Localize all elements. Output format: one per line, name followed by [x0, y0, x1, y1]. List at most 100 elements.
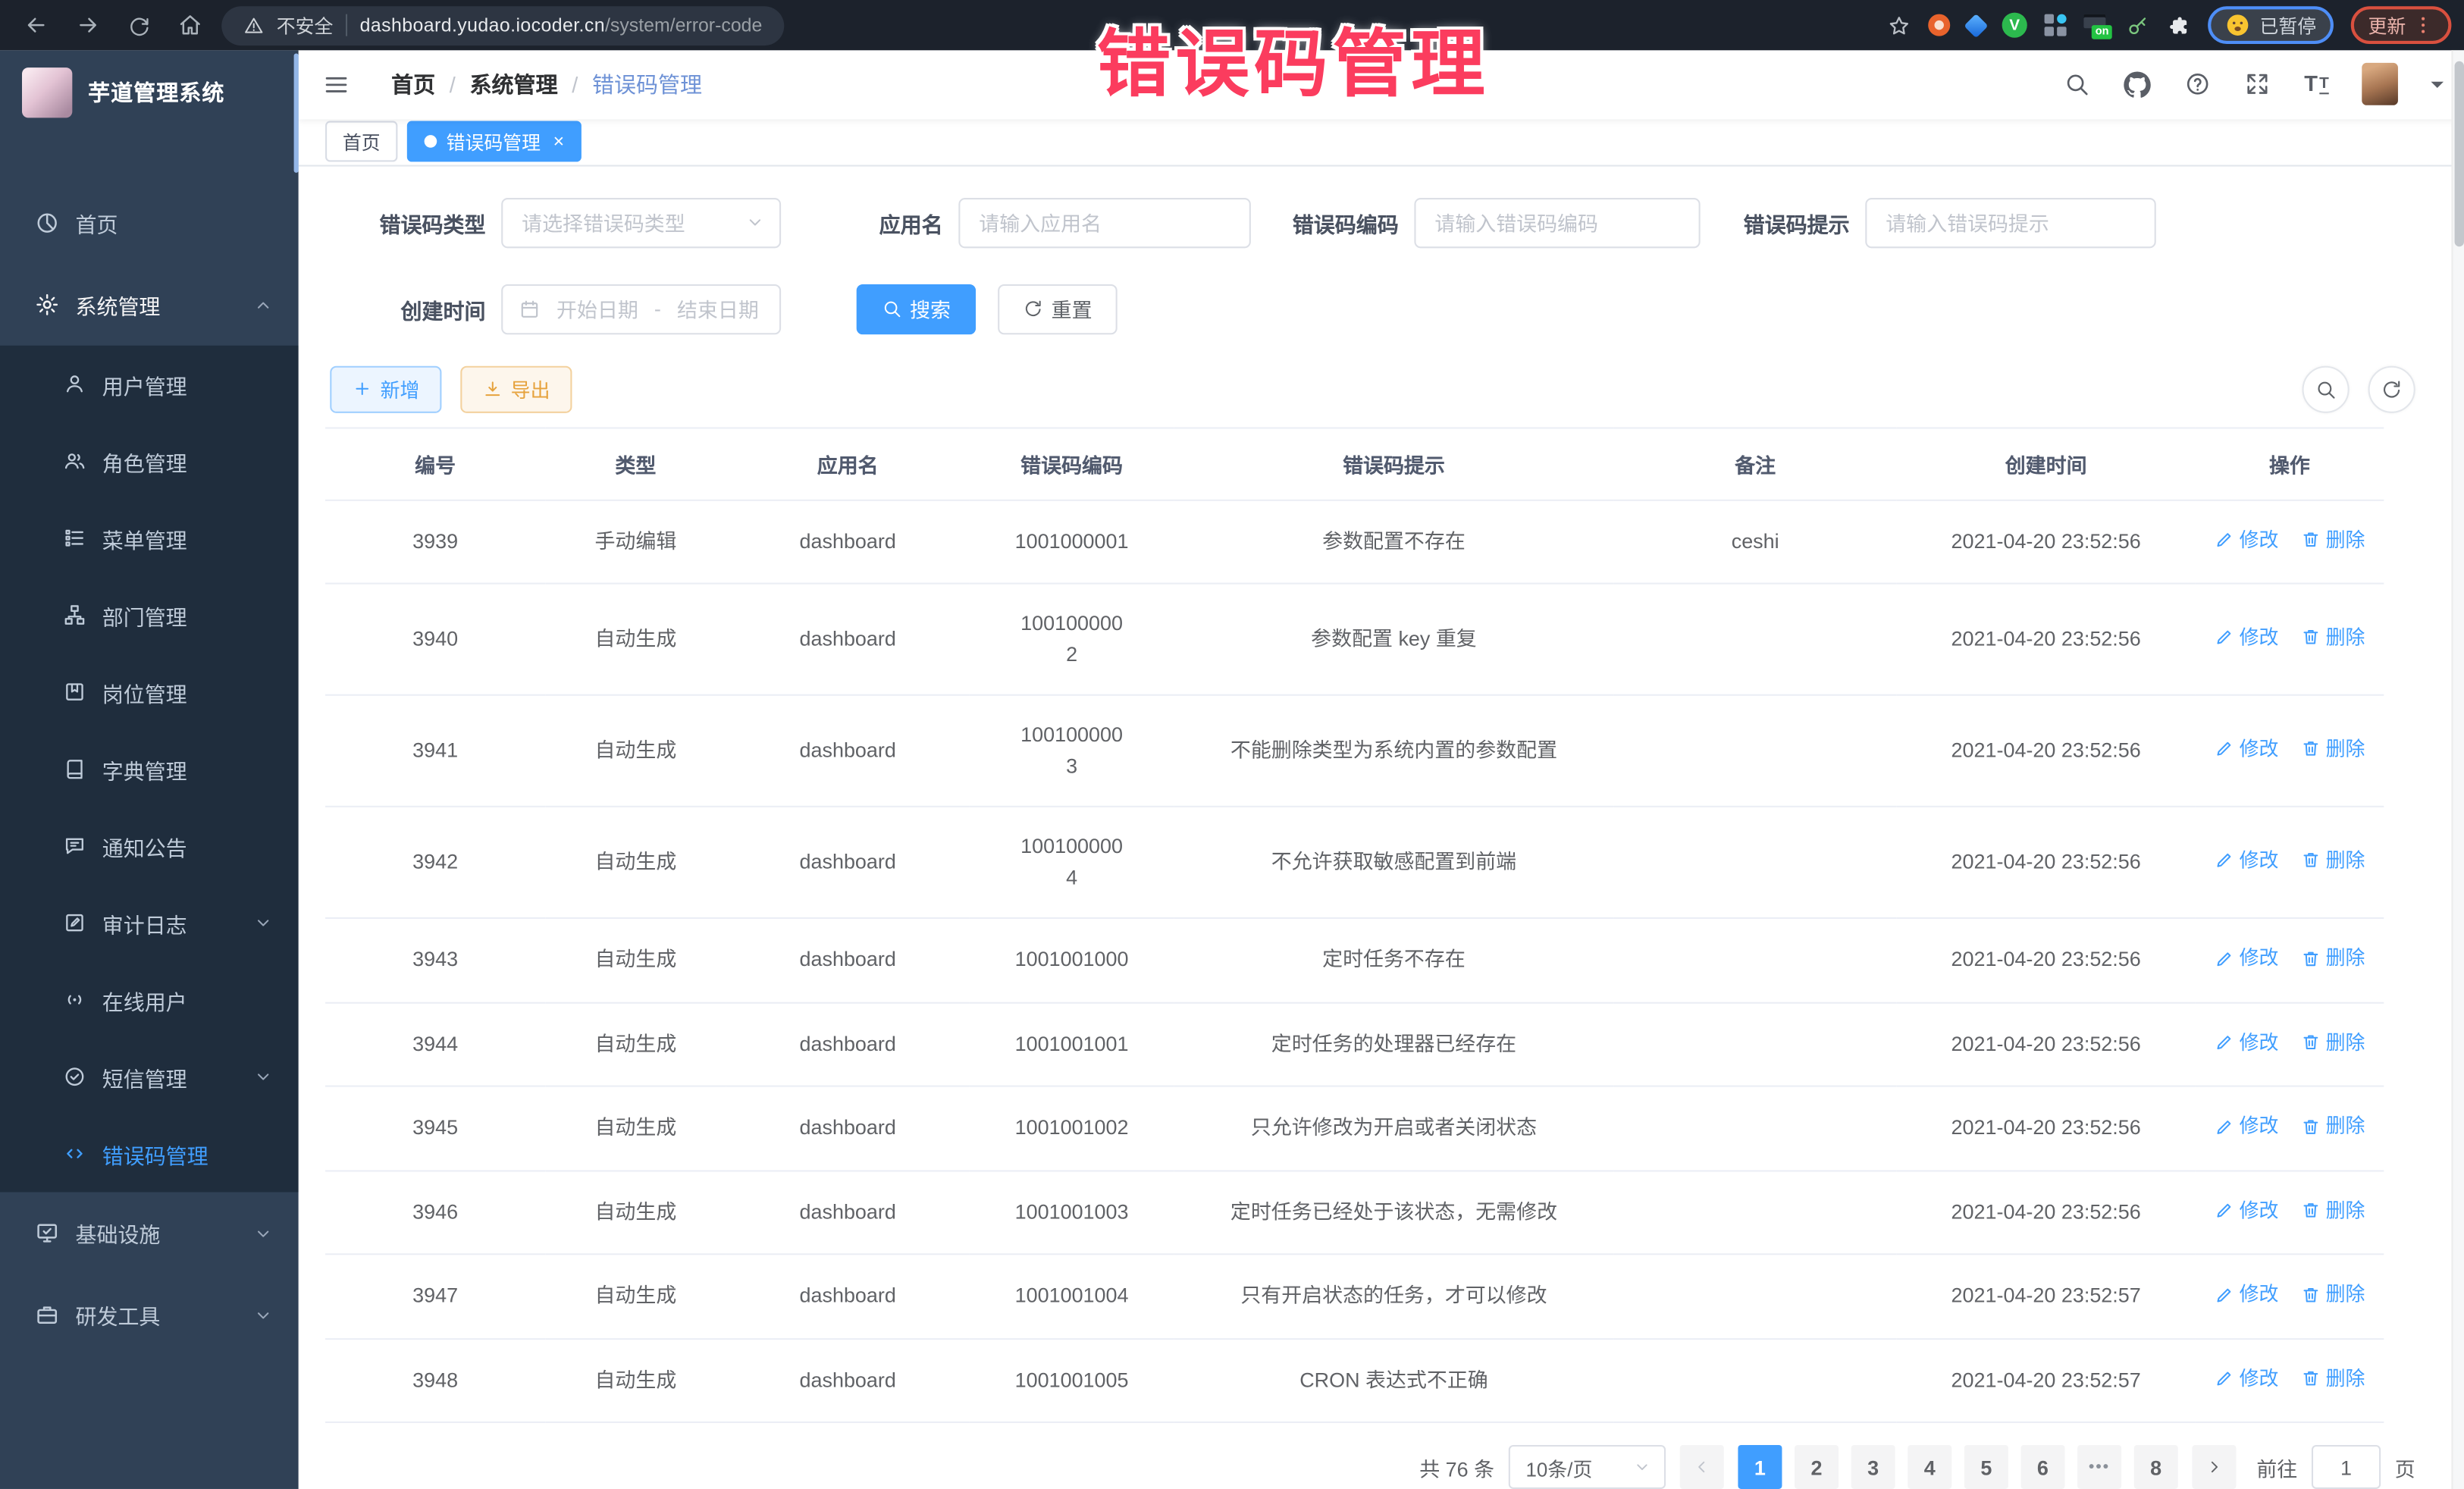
edit-link[interactable]: 修改 — [2214, 942, 2278, 973]
edit-link[interactable]: 修改 — [2214, 1111, 2278, 1142]
extension-key-icon[interactable] — [2126, 14, 2149, 37]
edit-link[interactable]: 修改 — [2214, 524, 2278, 555]
error-hint-input[interactable]: 请输入错误码提示 — [1865, 197, 2155, 247]
scrollbar-thumb[interactable] — [2455, 61, 2464, 246]
page-button-3[interactable]: 3 — [1851, 1445, 1895, 1489]
sidebar-scrollbar-thumb[interactable] — [294, 53, 299, 172]
caret-down-icon[interactable] — [2431, 82, 2444, 95]
cell-app: dashboard — [726, 1002, 970, 1086]
cell-code: 1001001003 — [970, 1170, 1174, 1254]
fullscreen-icon[interactable] — [2244, 71, 2271, 98]
font-size-icon[interactable]: TT — [2304, 74, 2328, 95]
table-row: 3947自动生成dashboard1001001004只有开启状态的任务，才可以… — [325, 1254, 2384, 1338]
edit-link[interactable]: 修改 — [2214, 733, 2278, 764]
error-code-input[interactable]: 请输入错误码编码 — [1414, 197, 1700, 247]
back-icon[interactable] — [24, 13, 49, 38]
github-icon[interactable] — [2124, 71, 2152, 99]
edit-link[interactable]: 修改 — [2214, 1195, 2278, 1226]
reload-icon[interactable] — [127, 14, 151, 37]
sidebar-item-部门管理[interactable]: 部门管理 — [0, 576, 299, 654]
edit-link[interactable]: 修改 — [2214, 845, 2278, 876]
page-button-2[interactable]: 2 — [1795, 1445, 1839, 1489]
delete-link[interactable]: 删除 — [2300, 1362, 2365, 1393]
sidebar-item-label: 首页 — [75, 207, 118, 238]
sidebar-item-岗位管理[interactable]: 岗位管理 — [0, 654, 299, 731]
page-button-4[interactable]: 4 — [1908, 1445, 1951, 1489]
page-button-8[interactable]: 8 — [2134, 1445, 2178, 1489]
next-page-button[interactable] — [2192, 1445, 2236, 1489]
sidebar-item-通知公告[interactable]: 通知公告 — [0, 807, 299, 885]
address-bar[interactable]: 不安全 dashboard.yudao.iocoder.cn/system/er… — [221, 5, 784, 45]
delete-link[interactable]: 删除 — [2300, 1027, 2365, 1058]
delete-link[interactable]: 删除 — [2300, 524, 2365, 555]
delete-link[interactable]: 删除 — [2300, 1111, 2365, 1142]
delete-link[interactable]: 删除 — [2300, 942, 2365, 973]
sidebar-item-短信管理[interactable]: 短信管理 — [0, 1038, 299, 1115]
sidebar-item-系统管理[interactable]: 系统管理 — [0, 264, 299, 346]
page-button-5[interactable]: 5 — [1964, 1445, 2008, 1489]
breadcrumb-home[interactable]: 首页 — [391, 69, 435, 100]
page-size-select[interactable]: 10条/页 — [1509, 1445, 1666, 1489]
extensions-puzzle-icon[interactable] — [2167, 14, 2190, 37]
delete-link[interactable]: 删除 — [2300, 733, 2365, 764]
page-button-6[interactable]: 6 — [2020, 1445, 2064, 1489]
sidebar-item-基础设施[interactable]: 基础设施 — [0, 1192, 299, 1274]
export-button[interactable]: 导出 — [460, 365, 572, 412]
reset-button[interactable]: 重置 — [998, 284, 1118, 334]
sidebar-item-错误码管理[interactable]: 错误码管理 — [0, 1115, 299, 1193]
edit-link[interactable]: 修改 — [2214, 1278, 2278, 1309]
search-button[interactable]: 搜索 — [857, 284, 977, 334]
pagination: 共 76 条 10条/页 123456•••8 前往 1 页 — [325, 1445, 2415, 1489]
menu-dots-icon[interactable] — [2412, 14, 2434, 36]
close-icon[interactable]: × — [553, 132, 565, 151]
sidebar-item-角色管理[interactable]: 角色管理 — [0, 422, 299, 500]
user-avatar[interactable] — [2362, 63, 2398, 105]
end-date-input[interactable]: 结束日期 — [672, 293, 763, 323]
profile-paused-button[interactable]: 已暂停 — [2208, 6, 2334, 44]
show-search-button[interactable] — [2303, 365, 2350, 412]
page-scrollbar[interactable] — [2451, 50, 2464, 1489]
delete-link[interactable]: 删除 — [2300, 1195, 2365, 1226]
date-range-picker[interactable]: 开始日期 - 结束日期 — [501, 284, 781, 334]
extension-v-icon[interactable] — [2002, 13, 2027, 38]
forward-icon[interactable] — [75, 13, 100, 38]
delete-link[interactable]: 删除 — [2300, 622, 2365, 653]
page-button-1[interactable]: 1 — [1738, 1445, 1782, 1489]
error-type-select[interactable]: 请选择错误码类型 — [501, 197, 781, 247]
refresh-table-button[interactable] — [2368, 365, 2415, 412]
sidebar-item-用户管理[interactable]: 用户管理 — [0, 346, 299, 423]
add-button[interactable]: 新增 — [330, 365, 441, 412]
tab-error-code[interactable]: 错误码管理 × — [407, 121, 582, 162]
edit-icon — [2214, 1284, 2234, 1305]
help-icon[interactable] — [2185, 71, 2212, 98]
org-tree-icon — [63, 603, 86, 627]
prev-page-button[interactable] — [1680, 1445, 1724, 1489]
breadcrumb-system[interactable]: 系统管理 — [470, 69, 558, 100]
start-date-input[interactable]: 开始日期 — [552, 293, 644, 323]
sidebar-item-研发工具[interactable]: 研发工具 — [0, 1274, 299, 1356]
sidebar-item-在线用户[interactable]: 在线用户 — [0, 961, 299, 1039]
sidebar-item-首页[interactable]: 首页 — [0, 182, 299, 264]
sidebar-item-菜单管理[interactable]: 菜单管理 — [0, 500, 299, 577]
extension-gem-icon[interactable] — [1964, 13, 1988, 37]
hamburger-icon[interactable] — [322, 71, 350, 99]
search-icon[interactable] — [2064, 71, 2090, 98]
bookmark-star-icon[interactable] — [1887, 14, 1911, 37]
extension-grid-icon[interactable] — [2045, 14, 2067, 36]
tab-home[interactable]: 首页 — [325, 121, 397, 162]
sidebar-item-审计日志[interactable]: 审计日志 — [0, 884, 299, 961]
app-name-input[interactable]: 请输入应用名 — [958, 197, 1251, 247]
delete-link[interactable]: 删除 — [2300, 1278, 2365, 1309]
edit-link[interactable]: 修改 — [2214, 622, 2278, 653]
home-icon[interactable] — [177, 13, 202, 38]
app-logo[interactable]: 芋道管理系统 — [0, 50, 299, 135]
browser-update-button[interactable]: 更新 — [2351, 6, 2452, 44]
extension-shield-icon[interactable] — [1928, 14, 1950, 36]
sidebar-item-字典管理[interactable]: 字典管理 — [0, 730, 299, 807]
extension-on-icon[interactable]: on — [2083, 14, 2108, 36]
goto-page-input[interactable]: 1 — [2312, 1445, 2381, 1489]
page-button-•••[interactable]: ••• — [2077, 1445, 2121, 1489]
edit-link[interactable]: 修改 — [2214, 1027, 2278, 1058]
delete-link[interactable]: 删除 — [2300, 845, 2365, 876]
edit-link[interactable]: 修改 — [2214, 1362, 2278, 1393]
